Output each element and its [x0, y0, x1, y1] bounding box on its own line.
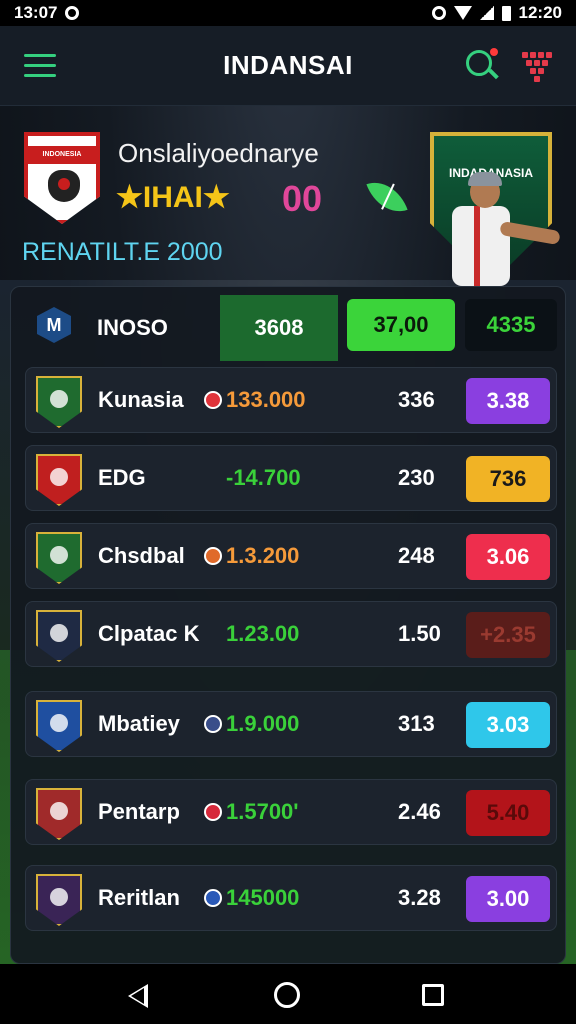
team-crest[interactable]: INDONESIA: [24, 132, 100, 224]
notification-icon: [65, 6, 80, 20]
odds-button[interactable]: 5.40: [466, 790, 550, 836]
odds-value: 1.9.000: [226, 711, 300, 736]
stat-value: 248: [398, 543, 435, 568]
table-row[interactable]: Pentarp 1.5700' 2.46 5.40: [25, 779, 557, 845]
odds-value: 1.23.00: [226, 621, 300, 646]
navigation-bar: [0, 964, 576, 1024]
hero-tagline: RENATILT.E 2000: [22, 238, 223, 266]
team-name: Chsdbal: [98, 543, 185, 568]
status-time-left: 13:07: [14, 3, 58, 22]
status-bar: 13:07 12:20: [0, 0, 576, 26]
menu-icon[interactable]: [24, 54, 56, 78]
status-chip-icon: [204, 889, 222, 907]
table-row[interactable]: EDG -14.700 230 736: [25, 445, 557, 511]
eagle-icon: [48, 170, 80, 202]
wifi-icon: [453, 6, 472, 20]
team-badge-icon: [36, 454, 82, 506]
stat-value: 3.28: [398, 885, 441, 910]
search-icon[interactable]: [466, 48, 499, 82]
odds-button[interactable]: 3.00: [466, 876, 550, 922]
team-badge-icon: [36, 610, 82, 662]
status-chip-icon: [204, 715, 222, 733]
battery-icon: [501, 5, 511, 21]
odds-value: 1.5700': [226, 799, 299, 824]
odds-button[interactable]: 3.38: [466, 378, 550, 424]
status-chip-icon: [204, 803, 222, 821]
header-label: INOSO: [97, 315, 168, 340]
home-icon[interactable]: [274, 982, 300, 1008]
header-column-2[interactable]: 37,00: [347, 299, 455, 351]
odds-value: -14.700: [226, 465, 301, 490]
team-name: Mbatiey: [98, 711, 180, 736]
team-subtitle: ★IHAI★: [116, 181, 230, 214]
player-image: [430, 172, 561, 290]
team-name: Pentarp: [98, 799, 180, 824]
stat-value: 2.46: [398, 799, 441, 824]
brand-logo-icon: [37, 307, 71, 343]
recents-icon[interactable]: [422, 984, 444, 1006]
signal-icon: [479, 6, 494, 20]
team-name: Clpatac K: [98, 621, 200, 646]
table-row[interactable]: Kunasia 133.000 336 3.38: [25, 367, 557, 433]
table-row[interactable]: Reritlan 145000 3.28 3.00: [25, 865, 557, 931]
app-bar: INDANSAI: [0, 26, 576, 106]
team-name: Onslaliyoednarye: [118, 138, 319, 168]
status-time-right: 12:20: [518, 3, 562, 22]
header-column-1[interactable]: 3608: [220, 295, 338, 361]
back-icon[interactable]: [128, 984, 148, 1008]
table-row[interactable]: Clpatac K 1.23.00 1.50 +2.35: [25, 601, 557, 667]
status-chip-icon: [204, 547, 222, 565]
table-header: INOSO 3608 37,00 4335: [11, 287, 565, 363]
odds-value: 133.000: [226, 387, 306, 412]
odds-value: 1.3.200: [226, 543, 300, 568]
table-row[interactable]: Chsdbal 1.3.200 248 3.06: [25, 523, 557, 589]
team-badge-icon: [36, 700, 82, 752]
team-badge-icon: [36, 874, 82, 926]
team-badge-icon: [36, 376, 82, 428]
stat-value: 313: [398, 711, 435, 736]
hero-banner: INDONESIA Onslaliyoednarye ★IHAI★ 00 REN…: [0, 106, 576, 290]
stat-value: 336: [398, 387, 435, 412]
header-column-3[interactable]: 4335: [465, 299, 557, 351]
hero-score: 00: [282, 178, 323, 219]
stat-value: 1.50: [398, 621, 441, 646]
odds-value: 145000: [226, 885, 300, 910]
leaf-icon: [366, 174, 408, 220]
odds-button[interactable]: 3.03: [466, 702, 550, 748]
odds-button[interactable]: +2.35: [466, 612, 550, 658]
odds-table: INOSO 3608 37,00 4335 Kunasia 133.000 336 3…: [10, 286, 566, 964]
odds-button[interactable]: 3.06: [466, 534, 550, 580]
team-name: EDG: [98, 465, 146, 490]
stat-value: 230: [398, 465, 435, 490]
app-title: INDANSAI: [223, 50, 353, 80]
odds-button[interactable]: 736: [466, 456, 550, 502]
team-name: Kunasia: [98, 387, 184, 412]
cart-icon[interactable]: [520, 48, 554, 82]
crest-text: INDONESIA: [42, 151, 82, 158]
status-chip-icon: [204, 391, 222, 409]
team-badge-icon: [36, 532, 82, 584]
alarm-icon: [431, 6, 446, 20]
team-badge-icon: [36, 788, 82, 840]
table-row[interactable]: Mbatiey 1.9.000 313 3.03: [25, 691, 557, 757]
team-name: Reritlan: [98, 885, 180, 910]
